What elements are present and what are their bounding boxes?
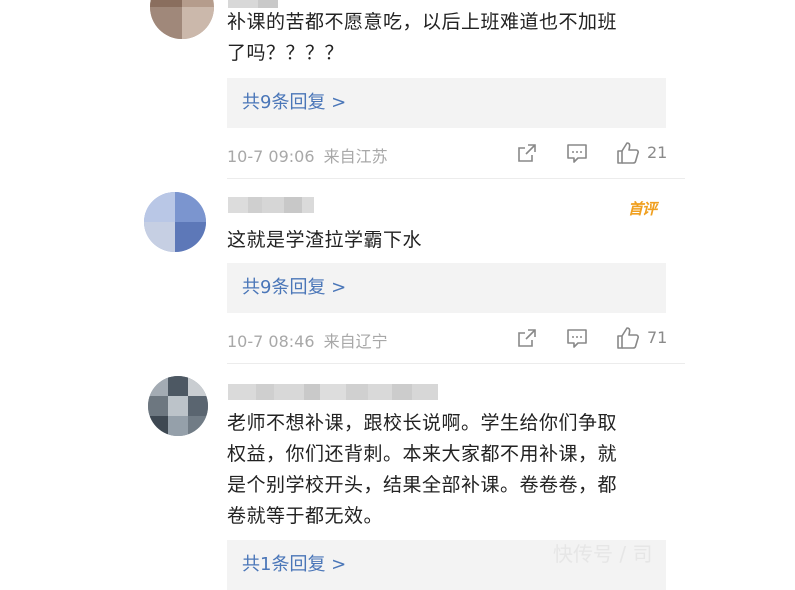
comment-icon[interactable]: [566, 142, 588, 164]
share-icon[interactable]: [516, 142, 538, 164]
comment-location: 来自江苏: [323, 147, 388, 166]
view-replies-button[interactable]: 共9条回复 >: [227, 78, 666, 128]
comment-text: 老师不想补课，跟校长说啊。学生给你们争取 权益，你们还背刺。本来大家都不用补课，…: [227, 412, 618, 527]
thumbs-up-icon[interactable]: [615, 325, 641, 351]
first-comment-badge: 首评: [628, 200, 657, 218]
share-icon[interactable]: [516, 327, 538, 349]
avatar[interactable]: [150, 0, 214, 39]
username-blurred[interactable]: [228, 197, 314, 213]
comment-meta: 10-7 08:46 来自辽宁: [227, 328, 388, 352]
comment-time: 10-7 08:46: [227, 332, 315, 351]
comment-text: 补课的苦都不愿意吃，以后上班难道也不加班 了吗？？？？: [227, 11, 618, 64]
comment-time: 10-7 09:06: [227, 147, 315, 166]
divider: [227, 363, 685, 364]
avatar[interactable]: [144, 192, 206, 252]
comment-text: 这就是学渣拉学霸下水: [227, 229, 423, 251]
comment-location: 来自辽宁: [323, 332, 388, 351]
avatar[interactable]: [148, 376, 208, 436]
watermark: 快传号 / 司: [553, 542, 653, 566]
comment-icon[interactable]: [566, 327, 588, 349]
thumbs-up-icon[interactable]: [615, 140, 641, 166]
like-count: 71: [647, 328, 668, 347]
comment-meta: 10-7 09:06 来自江苏: [227, 143, 388, 167]
view-replies-button[interactable]: 共9条回复 >: [227, 263, 666, 313]
like-count: 21: [647, 143, 668, 162]
username-blurred[interactable]: [228, 384, 438, 400]
divider: [227, 178, 685, 179]
